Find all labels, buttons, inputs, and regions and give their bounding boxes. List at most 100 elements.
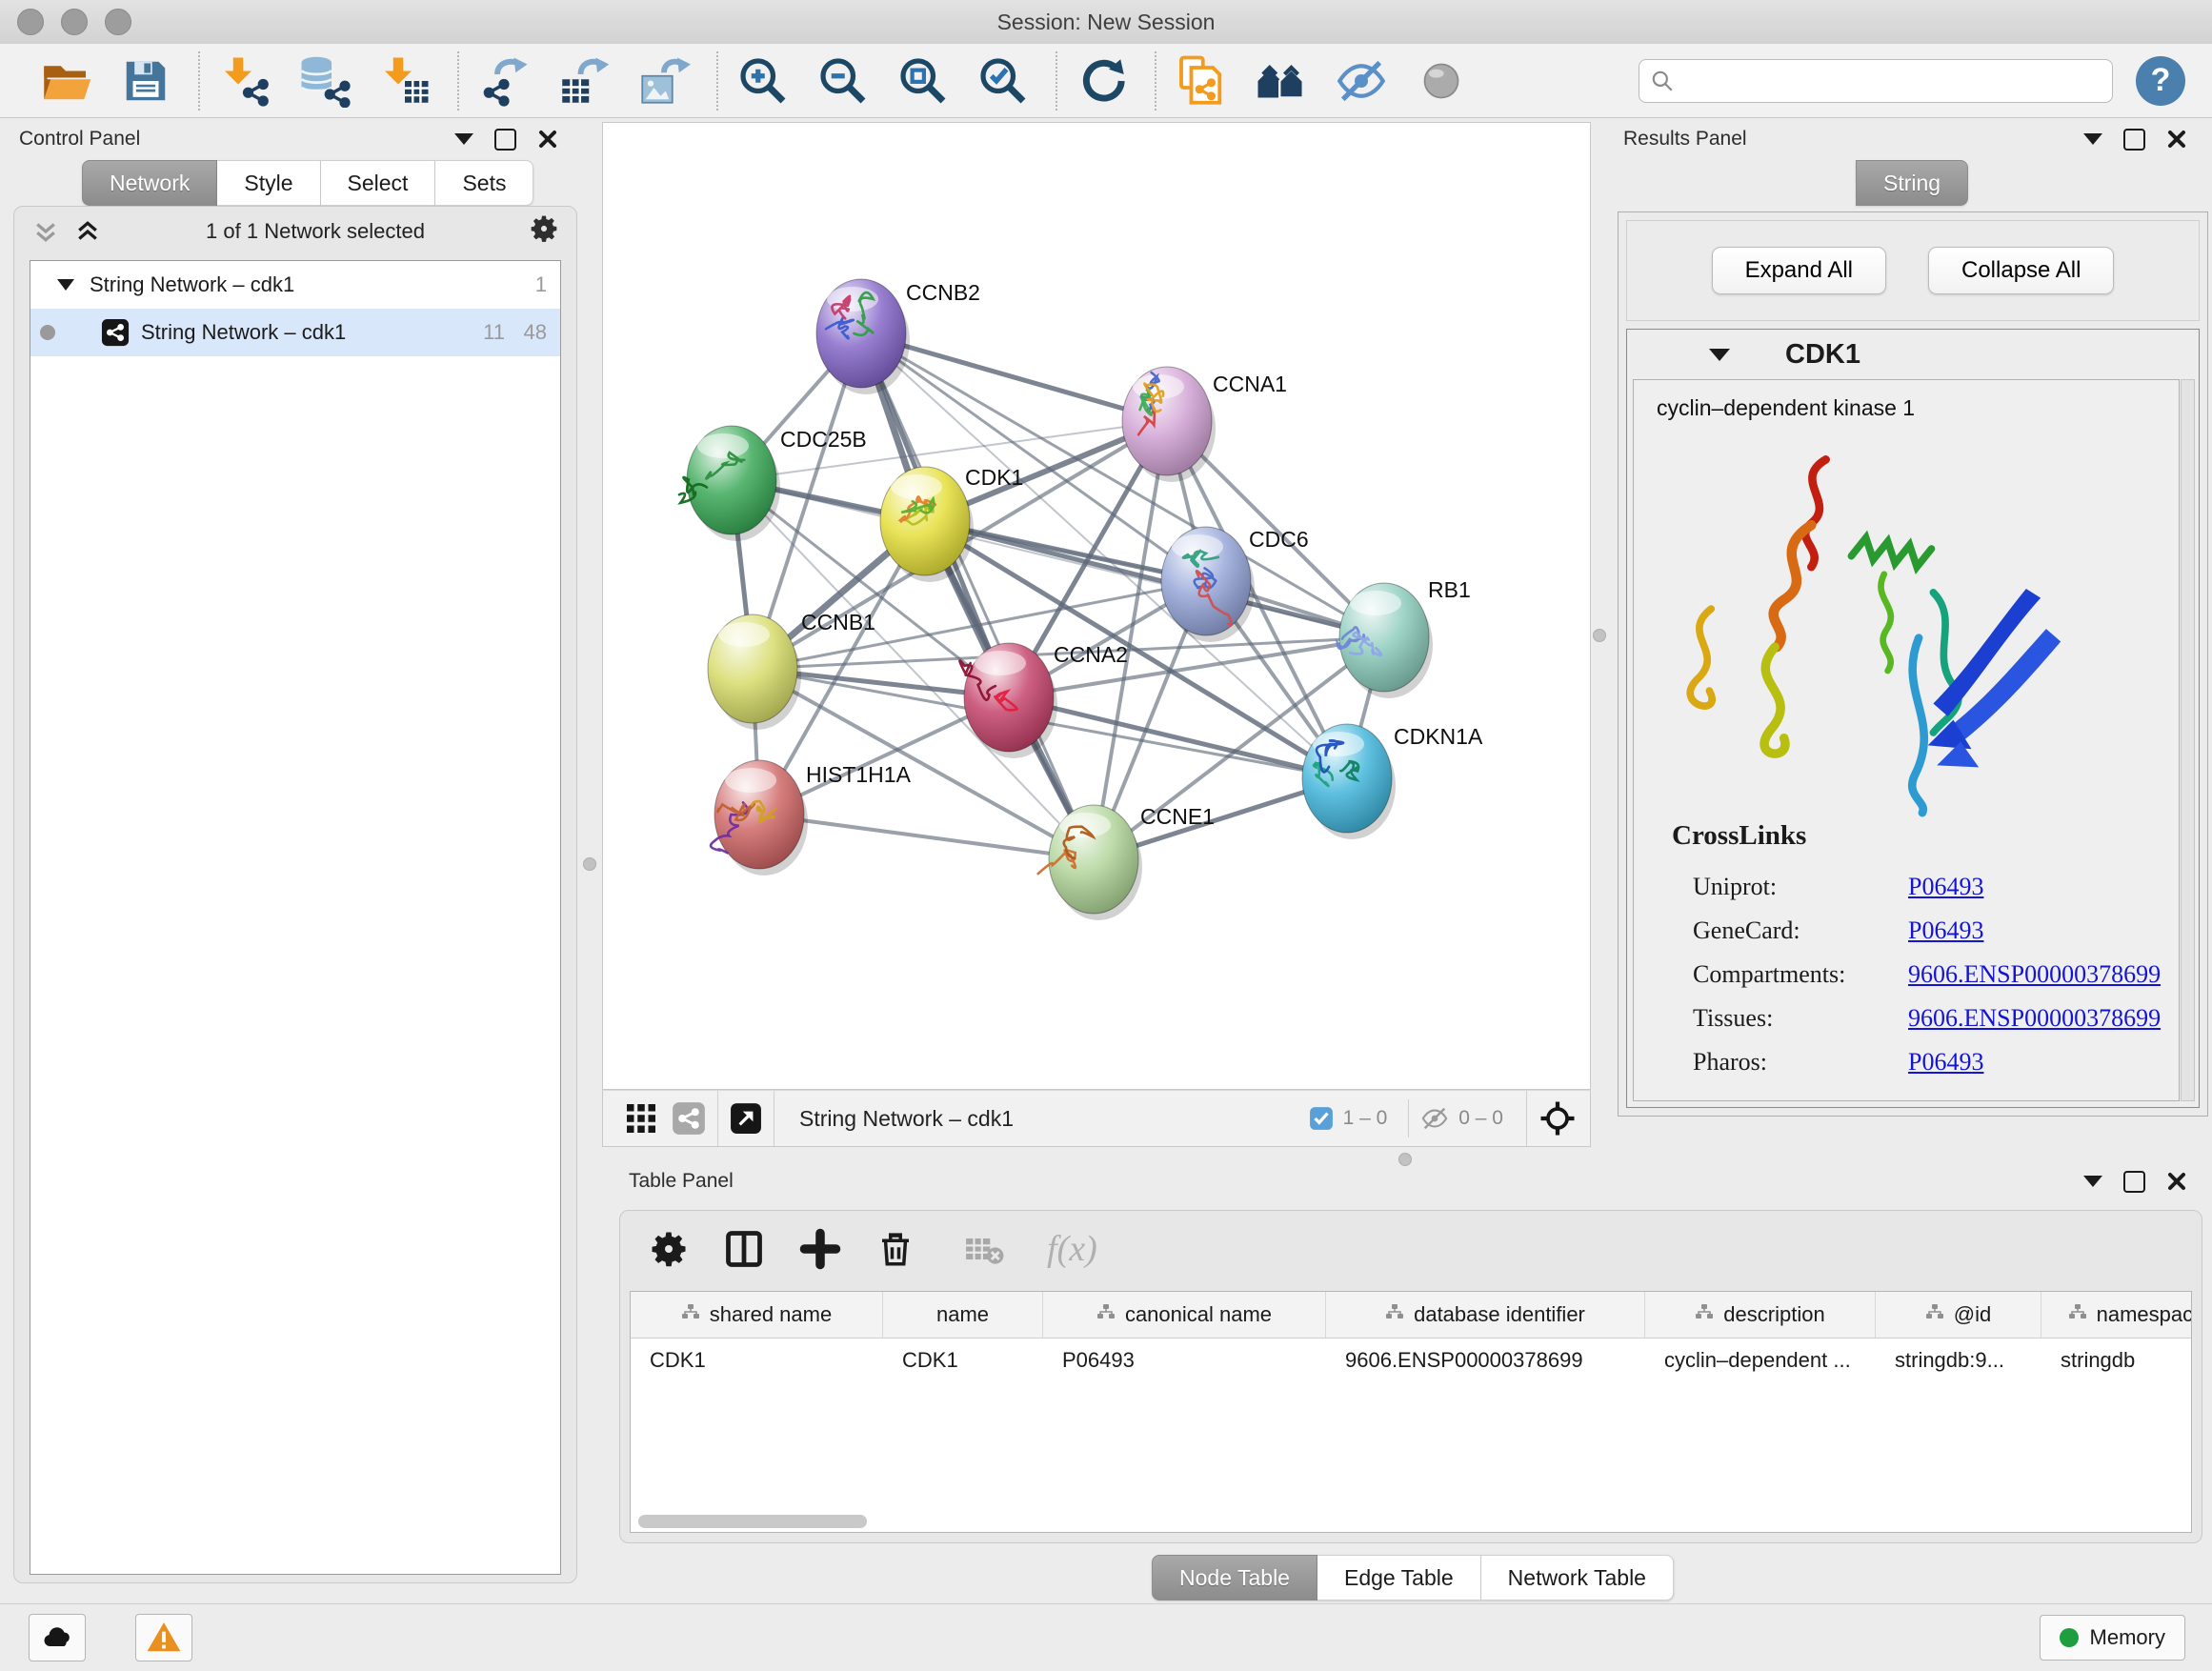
table-toolbar: f(x) <box>620 1211 2202 1287</box>
detach-view-icon[interactable] <box>730 1102 762 1135</box>
search-input[interactable] <box>1639 59 2113 103</box>
edge-CCNE1-HIST1H1A[interactable] <box>759 815 1094 859</box>
float-panel-icon[interactable] <box>454 133 473 145</box>
collection-expander-icon[interactable] <box>57 279 74 291</box>
node-CCNE1[interactable] <box>1038 805 1142 920</box>
float-panel-icon[interactable] <box>2083 1176 2102 1187</box>
column-header-canonical-name[interactable]: canonical name <box>1043 1292 1326 1338</box>
column-header-name[interactable]: name <box>883 1292 1043 1338</box>
crosslink-link[interactable]: P06493 <box>1908 1048 1983 1077</box>
help-button[interactable]: ? <box>2136 56 2185 106</box>
expand-all-button[interactable]: Expand All <box>1712 247 1886 294</box>
node-label-CDC25B: CDC25B <box>780 427 867 452</box>
tab-style[interactable]: Style <box>217 160 320 206</box>
import-network-from-file-icon[interactable] <box>215 51 274 111</box>
zoom-out-icon[interactable] <box>814 51 873 111</box>
node-CCNB2[interactable] <box>816 279 910 394</box>
results-scrollbar-track[interactable] <box>2181 379 2195 1101</box>
import-network-from-database-icon[interactable] <box>295 51 354 111</box>
network-view-mode-icon[interactable] <box>672 1101 706 1136</box>
close-panel-icon[interactable] <box>537 129 558 150</box>
column-header-database-identifier[interactable]: database identifier <box>1326 1292 1645 1338</box>
create-column-plus-icon[interactable] <box>799 1228 841 1270</box>
node-CCNA1[interactable] <box>1122 367 1216 482</box>
crosslink-link[interactable]: P06493 <box>1908 916 1983 945</box>
export-network-icon[interactable] <box>474 51 533 111</box>
tab-sets[interactable]: Sets <box>435 160 533 206</box>
crosslink-link[interactable]: 9606.ENSP00000378699 <box>1908 960 2161 989</box>
table-cell[interactable]: 9606.ENSP00000378699 <box>1326 1339 1645 1382</box>
entry-collapse-icon[interactable] <box>1709 349 1730 361</box>
close-panel-icon[interactable] <box>2166 1171 2187 1192</box>
collapse-all-networks-icon[interactable] <box>31 217 60 246</box>
table-cell[interactable]: stringdb:9... <box>1876 1339 2041 1382</box>
import-table-from-file-icon[interactable] <box>375 51 434 111</box>
network-options-gear-icon[interactable] <box>529 213 559 250</box>
node-CDK1[interactable] <box>880 467 974 582</box>
update-network-icon[interactable] <box>1073 51 1132 111</box>
node-CDC6[interactable] <box>1161 527 1255 642</box>
node-CCNA2[interactable] <box>959 643 1057 758</box>
network-selection-status: 1 of 1 Network selected <box>102 219 529 244</box>
node-HIST1H1A[interactable] <box>711 760 808 876</box>
tab-node-table[interactable]: Node Table <box>1152 1555 1317 1601</box>
delete-column-trash-icon[interactable] <box>875 1229 915 1269</box>
tab-string[interactable]: String <box>1856 160 1968 206</box>
maximize-panel-icon[interactable] <box>494 129 516 151</box>
open-session-icon[interactable] <box>36 51 95 111</box>
birds-eye-view-icon[interactable] <box>1412 51 1471 111</box>
column-header-description[interactable]: description <box>1645 1292 1876 1338</box>
table-cell[interactable]: stringdb <box>2041 1339 2192 1382</box>
table-cell[interactable]: CDK1 <box>631 1339 883 1382</box>
tab-network-table[interactable]: Network Table <box>1481 1555 1674 1601</box>
warnings-button[interactable] <box>135 1614 192 1661</box>
left-splitter-handle[interactable] <box>583 857 596 871</box>
crosslink-link[interactable]: 9606.ENSP00000378699 <box>1908 1004 2161 1033</box>
zoom-in-icon[interactable] <box>734 51 793 111</box>
gene-entry-body: cyclin–dependent kinase 1 CrossLinks Uni… <box>1633 379 2180 1101</box>
table-hscrollbar-thumb[interactable] <box>638 1515 867 1528</box>
table-cell[interactable]: CDK1 <box>883 1339 1043 1382</box>
network-label: String Network – cdk1 <box>141 320 463 345</box>
float-panel-icon[interactable] <box>2083 133 2102 145</box>
column-header-shared-name[interactable]: shared name <box>631 1292 883 1338</box>
selected-checkbox-icon[interactable] <box>1309 1106 1334 1131</box>
zoom-selected-icon[interactable] <box>974 51 1033 111</box>
network-row-selected[interactable]: String Network – cdk1 11 48 <box>30 309 560 356</box>
node-CDKN1A[interactable] <box>1302 724 1396 839</box>
export-image-icon[interactable] <box>634 51 694 111</box>
table-cell[interactable]: cyclin–dependent ... <box>1645 1339 1876 1382</box>
cloud-status-button[interactable] <box>29 1614 86 1661</box>
network-collection-row[interactable]: String Network – cdk1 1 <box>30 261 560 309</box>
expand-all-networks-icon[interactable] <box>73 217 102 246</box>
memory-button[interactable]: Memory <box>2040 1615 2185 1661</box>
zoom-fit-content-icon[interactable] <box>894 51 953 111</box>
hide-graphics-details-icon[interactable] <box>1332 51 1391 111</box>
save-session-icon[interactable] <box>116 51 175 111</box>
crosslink-link[interactable]: P06493 <box>1908 873 1983 901</box>
maximize-panel-icon[interactable] <box>2123 1171 2145 1193</box>
crosslink-row: Pharos:P06493 <box>1672 1040 2163 1084</box>
table-cell[interactable]: P06493 <box>1043 1339 1326 1382</box>
hierarchy-icon <box>1096 1302 1116 1327</box>
open-in-cytoscape-web-icon[interactable] <box>1172 51 1231 111</box>
node-CCNB1[interactable] <box>708 614 801 730</box>
export-table-icon[interactable] <box>554 51 613 111</box>
collapse-all-button[interactable]: Collapse All <box>1928 247 2114 294</box>
maximize-panel-icon[interactable] <box>2123 129 2145 151</box>
center-view-crosshair-icon[interactable] <box>1538 1099 1577 1137</box>
column-header-namespace[interactable]: namespace <box>2041 1292 2192 1338</box>
results-panel-title: Results Panel <box>1623 128 1747 151</box>
node-RB1[interactable] <box>1337 583 1433 698</box>
right-splitter-handle[interactable] <box>1593 629 1606 642</box>
cybrowser-home-icon[interactable] <box>1252 51 1311 111</box>
table-options-gear-icon[interactable] <box>649 1229 689 1269</box>
tab-select[interactable]: Select <box>321 160 436 206</box>
tab-edge-table[interactable]: Edge Table <box>1317 1555 1481 1601</box>
tab-network[interactable]: Network <box>82 160 217 206</box>
grid-view-icon[interactable] <box>624 1101 658 1136</box>
show-columns-icon[interactable] <box>723 1228 765 1270</box>
network-canvas[interactable]: CCNB2CCNA1CDC25BCDK1CDC6RB1CCNB1CCNA2HIS… <box>602 122 1591 1090</box>
close-panel-icon[interactable] <box>2166 129 2187 150</box>
column-header-@id[interactable]: @id <box>1876 1292 2041 1338</box>
